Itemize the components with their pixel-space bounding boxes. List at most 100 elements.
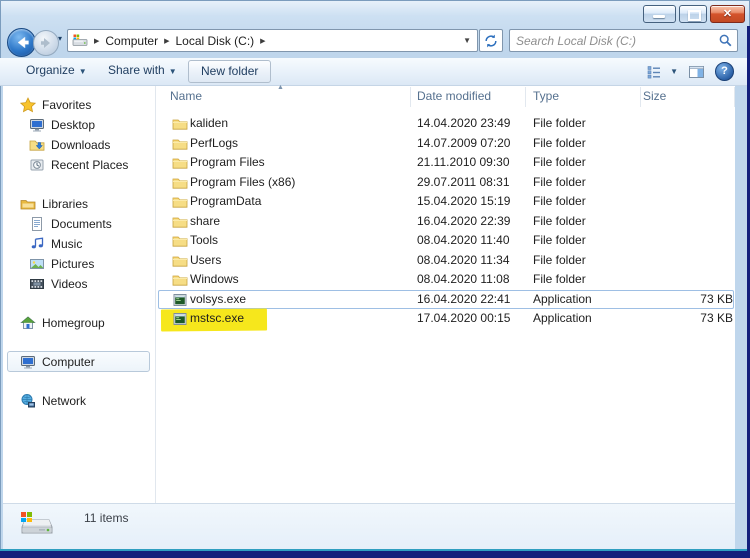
sidebar-item-label: Libraries [42, 197, 89, 211]
file-name-cell: volsys.exe [190, 291, 247, 306]
pictures-icon [29, 256, 45, 272]
chevron-down-icon: ▼ [670, 67, 678, 76]
documents-icon [29, 216, 45, 232]
file-row-share[interactable]: share 16.04.2020 22:39 File folder [157, 212, 735, 232]
minimize-button[interactable] [643, 5, 676, 23]
file-row-tools[interactable]: Tools 08.04.2020 11:40 File folder [157, 231, 735, 251]
change-view-button[interactable]: ▼ [646, 64, 678, 80]
address-dropdown-caret-icon[interactable]: ▼ [463, 36, 473, 45]
address-bar[interactable]: ▶ Computer ▶ Local Disk (C:) ▶ ▼ [67, 29, 478, 52]
sidebar-item-label: Videos [51, 277, 88, 291]
sidebar-item-recent-places[interactable]: Recent Places [3, 155, 155, 175]
music-icon [29, 236, 45, 252]
folder-icon [172, 233, 188, 249]
type-cell: Application [533, 311, 592, 325]
forward-button[interactable] [33, 30, 59, 56]
date-modified-cell: 08.04.2020 11:40 [417, 233, 510, 247]
status-bar: 11 items [3, 503, 735, 549]
column-divider[interactable] [734, 87, 735, 107]
main-content: Favorites Desktop Downloads Recent Places Li… [3, 84, 735, 503]
maximize-button[interactable] [679, 5, 707, 23]
folder-icon [172, 155, 188, 171]
file-row-users[interactable]: Users 08.04.2020 11:34 File folder [157, 251, 735, 271]
sidebar-item-downloads[interactable]: Downloads [3, 135, 155, 155]
close-button[interactable]: ✕ [710, 5, 745, 23]
file-rows: kaliden 14.04.2020 23:49 File folder PerfLo… [157, 114, 735, 332]
sidebar-item-label: Computer [42, 355, 95, 369]
search-box[interactable] [509, 29, 738, 52]
help-button[interactable]: ? [715, 62, 734, 81]
sidebar-item-label: Pictures [51, 257, 95, 271]
type-cell: File folder [533, 135, 586, 150]
file-row-kaliden[interactable]: kaliden 14.04.2020 23:49 File folder [157, 114, 735, 134]
organize-menu-button[interactable]: Organize ▼ [26, 63, 87, 77]
file-name-cell: Tools [190, 233, 219, 247]
breadcrumb-separator-icon: ▶ [260, 37, 266, 45]
new-folder-button[interactable]: New folder [188, 60, 272, 83]
search-input[interactable] [514, 32, 718, 49]
type-cell: File folder [533, 174, 586, 189]
date-modified-cell: 08.04.2020 11:34 [417, 252, 510, 267]
breadcrumb-separator-icon: ▶ [164, 37, 170, 45]
file-row-program-files-x86-[interactable]: Program Files (x86) 29.07.2011 08:31 File … [157, 173, 735, 193]
column-header-row: ▲ Name Date modified Type Size [157, 84, 735, 108]
share-with-menu-button[interactable]: Share with ▼ [108, 63, 177, 77]
column-divider[interactable] [640, 87, 641, 107]
file-row-programdata[interactable]: ProgramData 15.04.2020 15:19 File folder [157, 192, 735, 212]
type-cell: File folder [533, 116, 586, 130]
sidebar-item-homegroup[interactable]: Homegroup [3, 313, 155, 333]
type-cell: File folder [533, 155, 586, 169]
sidebar-item-desktop[interactable]: Desktop [3, 115, 155, 135]
sidebar-group: Homegroup [3, 313, 155, 333]
date-modified-cell: 08.04.2020 11:08 [417, 272, 510, 286]
file-name-cell: PerfLogs [190, 135, 239, 150]
recent-pages-caret-icon[interactable]: ▾ [58, 34, 62, 43]
breadcrumb-computer[interactable]: Computer [105, 34, 158, 48]
back-button[interactable] [7, 28, 36, 57]
file-row-perflogs[interactable]: PerfLogs 14.07.2009 07:20 File folder [157, 134, 735, 154]
sidebar-item-documents[interactable]: Documents [3, 214, 155, 234]
file-name-cell: share [190, 213, 221, 228]
star-icon [20, 97, 36, 113]
sidebar-item-label: Network [42, 394, 87, 408]
sidebar-item-label: Documents [51, 217, 112, 231]
file-name-cell: Users [190, 252, 222, 267]
column-header-name[interactable]: Name [170, 89, 202, 103]
application-icon [172, 292, 188, 308]
type-cell: File folder [533, 272, 586, 286]
sidebar-item-favorites[interactable]: Favorites [3, 95, 155, 115]
item-count-label: 11 items [84, 511, 129, 525]
type-cell: File folder [533, 194, 586, 208]
file-row-mstsc-exe[interactable]: mstsc.exe 17.04.2020 00:15 Application 73 K… [157, 308, 735, 332]
sidebar-item-videos[interactable]: Videos [3, 274, 155, 294]
computer-icon [20, 354, 36, 370]
search-icon[interactable] [718, 33, 733, 48]
file-row-program-files[interactable]: Program Files 21.11.2010 09:30 File folder [157, 153, 735, 173]
preview-pane-button[interactable] [688, 64, 705, 80]
videos-icon [29, 276, 45, 292]
sidebar-item-pictures[interactable]: Pictures [3, 254, 155, 274]
size-cell: 73 KB [700, 291, 733, 306]
column-header-date-modified[interactable]: Date modified [417, 89, 491, 103]
refresh-button[interactable] [479, 29, 503, 52]
type-cell: Application [533, 291, 592, 306]
column-header-size[interactable]: Size [643, 89, 666, 103]
preview-pane-icon [689, 65, 704, 78]
column-divider[interactable] [410, 87, 411, 107]
file-row-volsys-exe[interactable]: volsys.exe 16.04.2020 22:41 Application 73 … [157, 289, 735, 310]
file-row-windows[interactable]: Windows 08.04.2020 11:08 File folder [157, 270, 735, 290]
column-header-type[interactable]: Type [533, 89, 559, 103]
folder-icon [172, 116, 188, 132]
minimize-icon [653, 15, 665, 18]
folder-icon [172, 253, 188, 269]
folder-icon [172, 214, 188, 230]
column-divider[interactable] [525, 87, 526, 107]
sidebar-item-network[interactable]: Network [3, 391, 155, 411]
application-icon [172, 311, 188, 327]
date-modified-cell: 17.04.2020 00:15 [417, 311, 511, 325]
sidebar-item-computer[interactable]: Computer [3, 351, 155, 372]
sidebar-item-music[interactable]: Music [3, 234, 155, 254]
folder-icon [172, 272, 188, 288]
breadcrumb-local-disk-c[interactable]: Local Disk (C:) [175, 34, 254, 48]
sidebar-item-libraries[interactable]: Libraries [3, 194, 155, 214]
